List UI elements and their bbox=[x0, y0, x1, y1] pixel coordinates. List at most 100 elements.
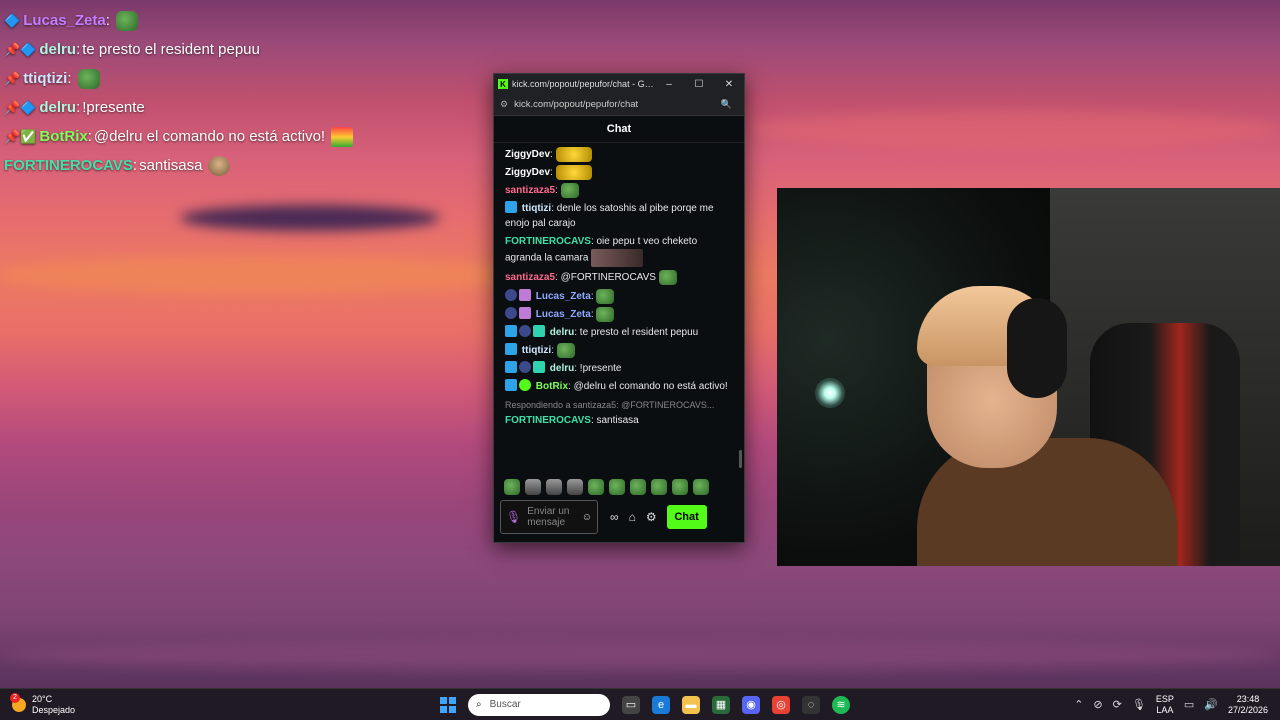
emote-icon[interactable] bbox=[609, 479, 625, 495]
separator: : bbox=[67, 70, 72, 87]
date: 27/2/2026 bbox=[1227, 704, 1268, 715]
chat-input-placeholder[interactable]: Enviar un mensaje bbox=[527, 506, 578, 528]
minimize-button[interactable]: – bbox=[654, 79, 684, 90]
separator: : bbox=[551, 344, 554, 356]
edge-icon[interactable]: e bbox=[652, 695, 670, 714]
emote-icon bbox=[555, 165, 592, 181]
chat-user[interactable]: ttiqtizi bbox=[522, 345, 551, 356]
send-chat-button[interactable]: Chat bbox=[666, 505, 707, 529]
sync-icon[interactable]: ⟳ bbox=[1113, 698, 1122, 711]
zoom-icon[interactable]: 🔍 bbox=[721, 99, 732, 110]
chat-user[interactable]: Lucas_Zeta bbox=[536, 309, 591, 320]
separator: : bbox=[550, 167, 553, 179]
obs-icon[interactable]: ◌ bbox=[802, 695, 820, 714]
emote-icon bbox=[596, 288, 615, 304]
chat-user[interactable]: santizaza5 bbox=[505, 273, 555, 284]
chat-input[interactable]: 🎙 Enviar un mensaje ☺ bbox=[500, 500, 598, 534]
microphone-icon[interactable]: 🎙 bbox=[1132, 698, 1146, 711]
chat-user[interactable]: ttiqtizi bbox=[522, 203, 551, 214]
pepe-emote-icon bbox=[115, 10, 138, 31]
overlay-user: delru bbox=[39, 41, 77, 58]
overlay-line: 🔷 Lucas_Zeta : bbox=[4, 6, 484, 35]
chat-user[interactable]: delru bbox=[550, 363, 574, 374]
chat-text: @delru el comando no está activo! bbox=[570, 380, 728, 392]
discord-icon[interactable]: ◉ bbox=[742, 695, 760, 714]
separator: : bbox=[105, 12, 110, 29]
clock[interactable]: 23:48 27/2/2026 bbox=[1228, 694, 1268, 716]
chat-user[interactable]: delru bbox=[550, 327, 574, 338]
chat-message: BotRix: @delru el comando no está activo… bbox=[505, 378, 733, 394]
emote-icon[interactable] bbox=[567, 479, 583, 495]
overlay-user: delru bbox=[39, 99, 77, 116]
task-view-icon[interactable]: ▭ bbox=[622, 695, 640, 714]
cloud bbox=[750, 110, 1280, 150]
chat-popup-window[interactable]: K kick.com/popout/pepufor/chat - Goog...… bbox=[493, 73, 745, 543]
chat-message: santizaza5: bbox=[505, 183, 733, 199]
weather-widget[interactable]: 2 20°C Despejado bbox=[10, 692, 75, 716]
verified-badge-icon bbox=[519, 378, 531, 391]
window-title: kick.com/popout/pepufor/chat - Goog... bbox=[512, 79, 654, 89]
pin-badge-icon: 📌🔷 bbox=[4, 41, 37, 57]
chat-user[interactable]: ZiggyDev bbox=[505, 149, 550, 160]
emote-icon[interactable] bbox=[672, 479, 688, 495]
settings-icon[interactable]: ⚙ bbox=[646, 510, 657, 524]
store-icon[interactable]: ⌂ bbox=[629, 510, 636, 524]
site-info-icon[interactable]: ⚙ bbox=[500, 99, 508, 110]
store-app-icon[interactable]: ▦ bbox=[712, 695, 730, 714]
chat-messages[interactable]: ZiggyDev: ZiggyDev: santizaza5: ttiqtizi… bbox=[494, 144, 744, 474]
address-bar[interactable]: ⚙ kick.com/popout/pepufor/chat 🔍 bbox=[494, 94, 744, 116]
overlay-line: 📌🔷 delru : te presto el resident pepuu bbox=[4, 35, 484, 64]
maximize-button[interactable]: ☐ bbox=[684, 79, 714, 90]
chat-user[interactable]: ZiggyDev bbox=[505, 167, 550, 178]
overlay-user: FORTINEROCAVS bbox=[4, 157, 133, 174]
pepe-emote-icon bbox=[77, 68, 100, 89]
spotify-icon[interactable]: ≋ bbox=[832, 695, 850, 714]
sub-badge-icon bbox=[533, 360, 545, 373]
display-icon[interactable]: ▭ bbox=[1184, 698, 1194, 711]
volume-icon[interactable]: 🔊 bbox=[1204, 698, 1218, 711]
network-off-icon[interactable]: ⊘ bbox=[1093, 698, 1102, 711]
chat-message: santizaza5: @FORTINEROCAVS bbox=[505, 270, 733, 286]
separator: : bbox=[76, 99, 81, 116]
cloud bbox=[0, 640, 1280, 670]
chevron-up-icon[interactable]: ⌃ bbox=[1074, 698, 1083, 711]
chrome-icon[interactable]: ◎ bbox=[772, 695, 790, 714]
keyboard-layout: LAA bbox=[1156, 704, 1174, 715]
headset bbox=[1007, 298, 1067, 398]
chat-user[interactable]: santizaza5 bbox=[505, 185, 555, 196]
emote-icon[interactable] bbox=[693, 479, 709, 495]
chat-user[interactable]: BotRix bbox=[536, 381, 568, 392]
emote-icon[interactable] bbox=[546, 479, 562, 495]
chat-tools: ∞ ⌂ ⚙ bbox=[610, 510, 657, 524]
close-button[interactable]: ✕ bbox=[714, 79, 744, 90]
kick-points-icon[interactable]: ∞ bbox=[610, 510, 619, 524]
taskbar: 2 20°C Despejado ⌕ Buscar ▭ e ▬ ▦ ◉ ◎ ◌ … bbox=[0, 688, 1280, 720]
scrollbar[interactable] bbox=[739, 450, 742, 468]
address-url[interactable]: kick.com/popout/pepufor/chat bbox=[514, 99, 721, 110]
emoji-icon[interactable]: ☺ bbox=[582, 512, 592, 523]
title-bar[interactable]: K kick.com/popout/pepufor/chat - Goog...… bbox=[494, 74, 744, 94]
reply-context[interactable]: Respondiendo a santizaza5: @FORTINEROCAV… bbox=[505, 400, 733, 410]
language-indicator[interactable]: ESP LAA bbox=[1156, 694, 1174, 716]
file-explorer-icon[interactable]: ▬ bbox=[682, 695, 700, 714]
taskbar-search[interactable]: ⌕ Buscar bbox=[468, 693, 610, 716]
start-icon[interactable] bbox=[440, 696, 456, 713]
mic-icon[interactable]: 🎙 bbox=[506, 510, 521, 524]
chat-text: !presente bbox=[577, 362, 622, 374]
chat-user[interactable]: FORTINEROCAVS bbox=[505, 236, 591, 247]
chat-message: delru: te presto el resident pepuu bbox=[505, 324, 733, 340]
overlay-user: Lucas_Zeta bbox=[23, 12, 106, 29]
emote-icon[interactable] bbox=[525, 479, 541, 495]
pin-badge-icon: 📌 bbox=[4, 70, 21, 86]
chat-message: ttiqtizi: denle los satoshis al pibe por… bbox=[505, 201, 733, 231]
search-placeholder: Buscar bbox=[489, 699, 521, 710]
emote-icon[interactable] bbox=[651, 479, 667, 495]
emote-icon[interactable] bbox=[630, 479, 646, 495]
chat-user[interactable]: Lucas_Zeta bbox=[536, 291, 591, 302]
image-emote-icon bbox=[591, 249, 644, 268]
emote-icon[interactable] bbox=[588, 479, 604, 495]
emote-icon bbox=[555, 147, 592, 162]
og-badge-icon: 🔷 bbox=[4, 12, 21, 28]
chat-user[interactable]: FORTINEROCAVS bbox=[505, 415, 591, 426]
emote-icon[interactable] bbox=[504, 479, 520, 495]
